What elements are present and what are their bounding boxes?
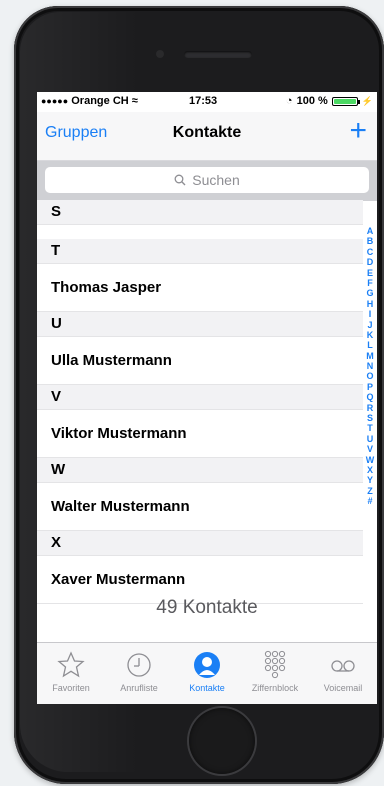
index-letter[interactable]: B [367, 236, 374, 246]
index-letter[interactable]: U [367, 434, 374, 444]
index-letter[interactable]: # [367, 496, 372, 506]
section-header-t: T [37, 239, 363, 264]
contact-row[interactable]: Thomas Jasper [37, 264, 363, 312]
wifi-icon: ≈ [131, 95, 138, 107]
page-title: Kontakte [172, 124, 242, 141]
index-letter[interactable]: M [366, 351, 374, 361]
index-letter[interactable]: I [369, 309, 372, 319]
index-letter[interactable]: K [367, 330, 374, 340]
navigation-bar: Gruppen Kontakte + [37, 112, 377, 161]
search-input[interactable]: Suchen [45, 167, 369, 193]
tab-label: Voicemail [323, 683, 363, 693]
index-letter[interactable]: X [367, 465, 373, 475]
index-letter[interactable]: W [366, 455, 375, 465]
tab-label: Ziffernblock [251, 683, 299, 693]
search-icon [174, 174, 186, 186]
carrier-info: ●●●●● Orange CH ≈ [41, 95, 138, 107]
section-header-w: W [37, 458, 363, 483]
search-placeholder: Suchen [192, 172, 240, 188]
contact-row[interactable]: Ulla Mustermann [37, 337, 363, 385]
carrier-name: Orange CH [71, 95, 129, 107]
contact-icon [194, 652, 220, 678]
index-letter[interactable]: L [367, 340, 373, 350]
add-contact-button[interactable]: + [349, 116, 367, 146]
contact-list: S T Thomas Jasper U Ulla Mustermann V Viktor M… [37, 200, 363, 604]
alarm-icon: ◔ [285, 95, 293, 107]
tab-favoriten[interactable]: Favoriten [37, 643, 105, 704]
tab-label: Kontakte [189, 683, 225, 693]
index-letter[interactable]: G [366, 288, 373, 298]
contact-count: 49 Kontakte [156, 597, 258, 618]
tab-label: Favoriten [52, 683, 90, 693]
index-letter[interactable]: P [367, 382, 373, 392]
contact-row[interactable]: Walter Mustermann [37, 483, 363, 531]
search-bar: Suchen [37, 161, 377, 201]
tab-anrufliste[interactable]: Anrufliste [105, 643, 173, 704]
status-bar: ●●●●● Orange CH ≈ 17:53 ◔ 100 % ⚡ [37, 92, 377, 112]
index-letter[interactable]: S [367, 413, 373, 423]
front-camera [156, 50, 164, 58]
index-letter[interactable]: R [367, 403, 374, 413]
signal-dots-icon: ●●●●● [41, 96, 69, 106]
index-letter[interactable]: D [367, 257, 374, 267]
charging-icon: ⚡ [361, 95, 373, 106]
section-header-u: U [37, 312, 363, 337]
index-letter[interactable]: O [366, 371, 373, 381]
index-letter[interactable]: T [367, 423, 373, 433]
index-letter[interactable]: E [367, 268, 373, 278]
index-letter[interactable]: A [367, 226, 374, 236]
index-letter[interactable]: Q [366, 392, 373, 402]
voicemail-icon [331, 660, 355, 672]
screen: ●●●●● Orange CH ≈ 17:53 ◔ 100 % ⚡ Gruppe… [37, 92, 377, 704]
index-letter[interactable]: N [367, 361, 374, 371]
section-header-s: S [37, 200, 363, 225]
status-right: ◔ 100 % ⚡ [286, 95, 373, 107]
index-letter[interactable]: H [367, 299, 374, 309]
index-letter[interactable]: V [367, 444, 373, 454]
keypad-icon [264, 650, 286, 679]
index-letter[interactable]: J [367, 320, 372, 330]
contact-row[interactable]: Viktor Mustermann [37, 410, 363, 458]
tab-ziffernblock[interactable]: Ziffernblock [241, 643, 309, 704]
tab-kontakte[interactable]: Kontakte [173, 643, 241, 704]
index-letter[interactable]: Y [367, 475, 373, 485]
clock-icon [127, 653, 151, 677]
battery-percent: 100 % [296, 95, 328, 107]
tab-voicemail[interactable]: Voicemail [309, 643, 377, 704]
section-header-v: V [37, 385, 363, 410]
home-button[interactable] [189, 708, 255, 774]
tab-label: Anrufliste [120, 683, 158, 693]
battery-icon [331, 96, 360, 106]
index-letter[interactable]: F [367, 278, 373, 288]
earpiece-speaker [184, 51, 252, 58]
alphabet-index[interactable]: A B C D E F G H I J K L M N O P Q R S T U V W X Y Z # [364, 226, 376, 507]
status-time: 17:53 [189, 95, 218, 107]
index-letter[interactable]: Z [367, 486, 373, 496]
section-header-x: X [37, 531, 363, 556]
index-letter[interactable]: C [367, 247, 374, 257]
tab-bar: Favoriten Anrufliste Kontakte Ziffernblock V… [37, 642, 377, 704]
star-icon [57, 651, 85, 678]
